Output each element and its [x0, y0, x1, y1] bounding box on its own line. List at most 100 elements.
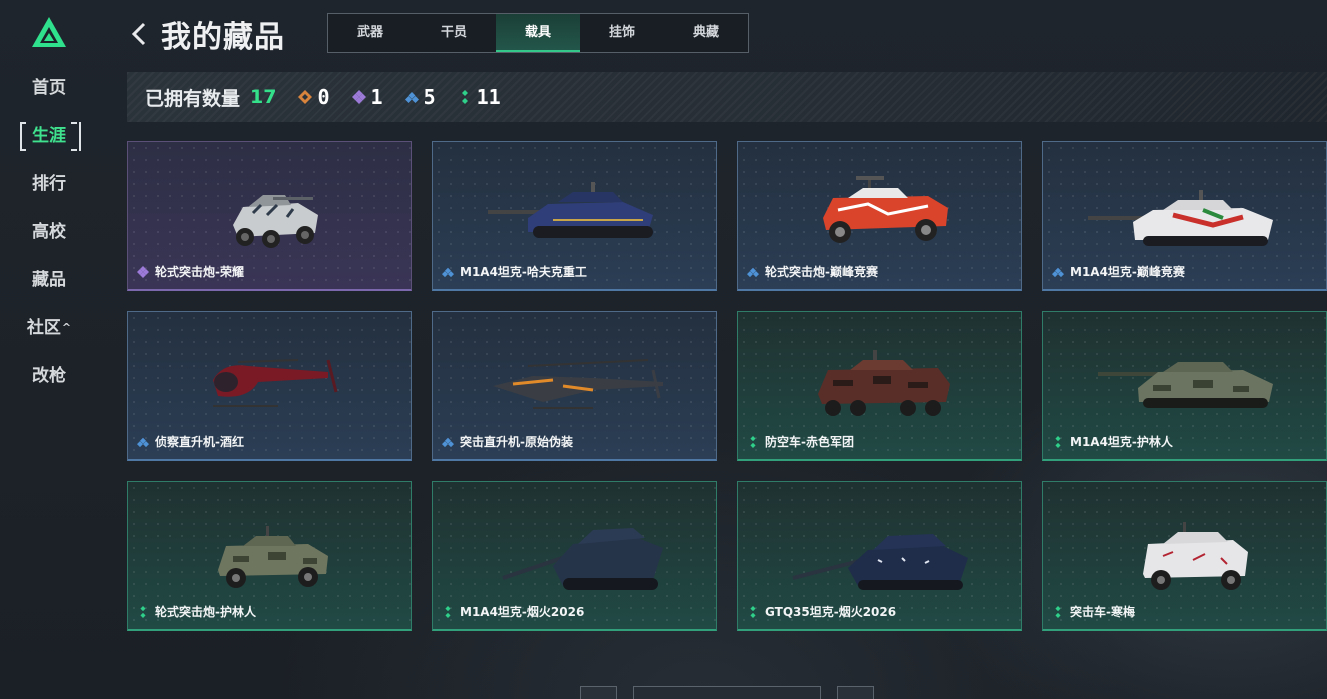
rarity-count-value: 5: [423, 85, 436, 109]
vehicle-card[interactable]: 侦察直升机-酒红: [127, 311, 412, 461]
tank-image: [1098, 362, 1273, 408]
attack-helicopter-image: [493, 359, 663, 409]
vehicle-card[interactable]: M1A4坦克-哈夫克重工: [432, 141, 717, 291]
card-label: 防空车-赤色军团: [747, 433, 854, 450]
sidebar-item-label: 首页: [32, 78, 66, 98]
sidebar-item-gunsmith[interactable]: 改枪: [19, 358, 79, 394]
sidebar-item-career[interactable]: 生涯: [19, 118, 81, 154]
card-name: GTQ35坦克-烟火2026: [765, 605, 897, 619]
card-label: 侦察直升机-酒红: [137, 433, 244, 450]
card-name: M1A4坦克-哈夫克重工: [460, 265, 587, 279]
sidebar-item-home[interactable]: 首页: [19, 70, 79, 106]
vehicle-card[interactable]: 突击直升机-原始伪装: [432, 311, 717, 461]
vehicle-card[interactable]: 轮式突击炮-荣耀: [127, 141, 412, 291]
wheeled-assault-gun-image: [233, 195, 318, 248]
tank-image: [488, 182, 653, 238]
tab-weapons[interactable]: 武器: [328, 14, 412, 52]
sidebar-item-collection[interactable]: 藏品: [19, 262, 79, 298]
helicopter-image: [213, 359, 338, 407]
card-name: 侦察直升机-酒红: [155, 435, 244, 449]
prev-page-button[interactable]: [580, 686, 617, 699]
green-diamond-icon: [750, 605, 756, 618]
rarity-count-purple: 1: [351, 85, 383, 109]
tank-image: [502, 528, 663, 590]
sidebar-item-label: 高校: [32, 222, 66, 242]
card-name: M1A4坦克-护林人: [1070, 435, 1173, 449]
card-name: 防空车-赤色军团: [765, 435, 854, 449]
owned-summary-bar: 已拥有数量 17 0 1 5 11: [127, 72, 1327, 122]
card-label: GTQ35坦克-烟火2026: [747, 603, 896, 620]
sidebar-nav: 首页 生涯 排行 高校 藏品 社区^ 改枪: [0, 70, 100, 406]
sidebar-item-label: 改枪: [32, 366, 66, 386]
green-diamond-icon: [461, 90, 468, 104]
card-label: M1A4坦克-哈夫克重工: [442, 263, 587, 280]
card-name: 轮式突击炮-护林人: [155, 605, 256, 619]
rarity-count-orange: 0: [298, 85, 330, 109]
rarity-count-value: 1: [370, 85, 383, 109]
page-title: 我的藏品: [161, 20, 285, 55]
blue-diamond-icon: [404, 92, 419, 103]
tab-operators[interactable]: 干员: [412, 14, 496, 52]
green-diamond-icon: [1055, 435, 1061, 448]
purple-diamond-icon: [137, 265, 149, 278]
category-tabs: 武器 干员 载具 挂饰 典藏: [327, 13, 749, 53]
card-label: 突击车-寒梅: [1052, 603, 1135, 620]
rarity-count-green: 11: [458, 85, 501, 109]
tab-prestige[interactable]: 典藏: [664, 14, 748, 52]
vehicle-card[interactable]: M1A4坦克-烟火2026: [432, 481, 717, 631]
wheeled-assault-gun-image: [823, 176, 948, 243]
vehicle-card[interactable]: GTQ35坦克-烟火2026: [737, 481, 1022, 631]
sidebar-item-university[interactable]: 高校: [19, 214, 79, 250]
card-name: 突击车-寒梅: [1070, 605, 1135, 619]
purple-diamond-icon: [351, 90, 366, 104]
orange-diamond-icon: [298, 90, 313, 104]
blue-diamond-icon: [137, 437, 149, 447]
sidebar-item-community[interactable]: 社区^: [19, 310, 79, 346]
card-name: 突击直升机-原始伪装: [460, 435, 573, 449]
vehicle-card[interactable]: 轮式突击炮-护林人: [127, 481, 412, 631]
card-name: 轮式突击炮-荣耀: [155, 265, 244, 279]
sidebar-item-ranking[interactable]: 排行: [19, 166, 79, 202]
blue-diamond-icon: [442, 437, 454, 447]
green-diamond-icon: [750, 435, 756, 448]
app-logo-icon[interactable]: [31, 16, 67, 48]
blue-diamond-icon: [442, 267, 454, 277]
card-label: 轮式突击炮-荣耀: [137, 263, 244, 280]
tab-charms[interactable]: 挂饰: [580, 14, 664, 52]
card-label: 轮式突击炮-巅峰竞赛: [747, 263, 878, 280]
next-page-button[interactable]: [837, 686, 874, 699]
sidebar-item-label: 藏品: [32, 270, 66, 290]
vehicle-card[interactable]: M1A4坦克-护林人: [1042, 311, 1327, 461]
rarity-count-value: 0: [317, 85, 330, 109]
anti-air-vehicle-image: [818, 350, 950, 416]
blue-diamond-icon: [747, 267, 759, 277]
chevron-up-icon: ^: [61, 321, 72, 334]
back-button[interactable]: [127, 14, 151, 54]
tank-image: [1088, 190, 1273, 246]
page-indicator: [633, 686, 821, 699]
rarity-count-blue: 5: [404, 85, 436, 109]
rarity-count-value: 11: [476, 85, 501, 109]
sidebar-item-label: 社区: [26, 318, 61, 338]
vehicle-card[interactable]: 突击车-寒梅: [1042, 481, 1327, 631]
card-name: 轮式突击炮-巅峰竞赛: [765, 265, 878, 279]
card-label: M1A4坦克-烟火2026: [442, 603, 584, 620]
blue-diamond-icon: [1052, 267, 1064, 277]
card-name: M1A4坦克-烟火2026: [460, 605, 585, 619]
card-label: M1A4坦克-护林人: [1052, 433, 1173, 450]
tank-image: [792, 534, 968, 590]
vehicle-card[interactable]: M1A4坦克-巅峰竞赛: [1042, 141, 1327, 291]
assault-vehicle-image: [1143, 522, 1248, 590]
chevron-left-icon: [131, 22, 146, 46]
page-header: 我的藏品: [127, 12, 285, 56]
green-diamond-icon: [445, 605, 451, 618]
tab-vehicles[interactable]: 载具: [496, 14, 580, 52]
card-label: M1A4坦克-巅峰竞赛: [1052, 263, 1185, 280]
wheeled-assault-gun-image: [218, 526, 328, 588]
card-name: M1A4坦克-巅峰竞赛: [1070, 265, 1185, 279]
vehicle-card[interactable]: 轮式突击炮-巅峰竞赛: [737, 141, 1022, 291]
sidebar: 首页 生涯 排行 高校 藏品 社区^ 改枪: [0, 0, 100, 699]
pagination: [580, 686, 874, 699]
vehicle-card[interactable]: 防空车-赤色军团: [737, 311, 1022, 461]
green-diamond-icon: [1055, 605, 1061, 618]
